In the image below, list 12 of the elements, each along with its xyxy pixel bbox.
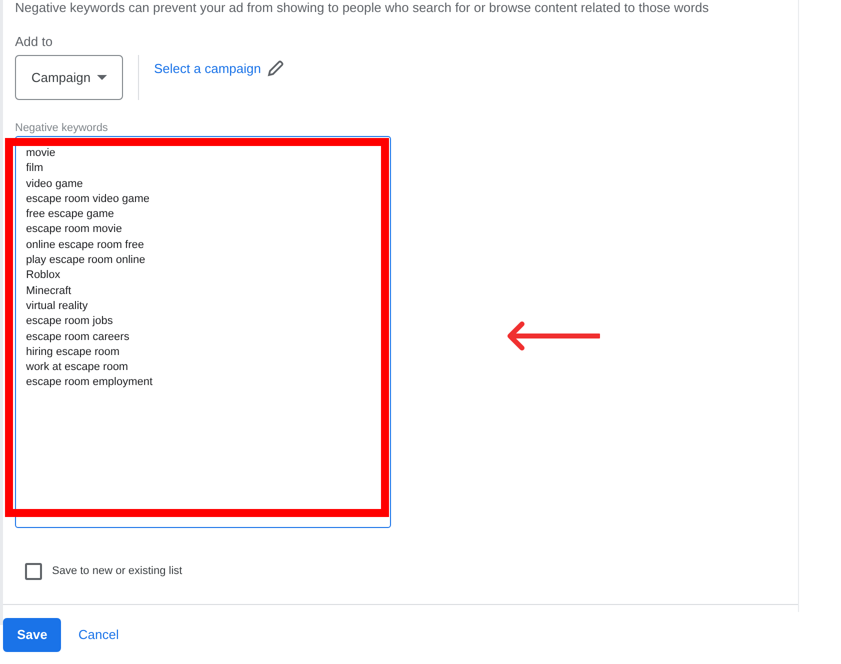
add-to-label: Add to [15,34,54,50]
caret-icon [96,75,107,80]
checkbox[interactable] [25,563,42,580]
save-button[interactable]: Save [3,618,62,652]
campaign-dropdown[interactable]: Campaign [15,55,123,100]
cancel-button[interactable]: Cancel [78,618,119,652]
description-text: Negative keywords can prevent your ad from showing to people who search for or browse content related to those words [15,0,710,16]
negative-keywords-label: Negative keywords [15,122,109,135]
save-to-list-label: Save to new or existing list [52,564,182,580]
keywords-field[interactable]: movie film video game escape room video game free escape game escape room movie online escape room free play escape room online Roblox Minecraft virtual reality escape room jobs escape room careers hiring escape room work at escape room escape room employment [15,136,391,528]
pencil-icon [266,60,284,78]
select-campaign-link[interactable]: Select a campaign [154,59,284,78]
